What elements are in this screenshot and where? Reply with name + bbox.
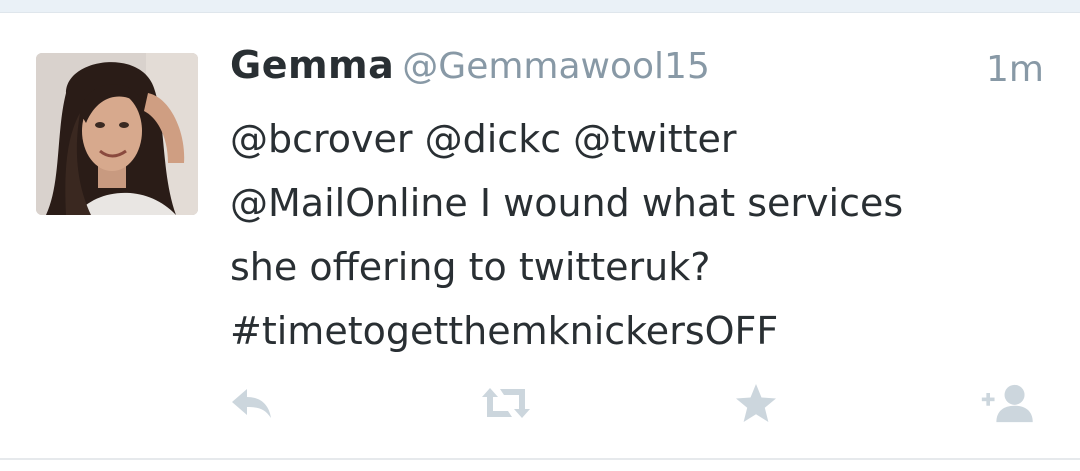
star-icon: [736, 384, 776, 422]
retweet-button[interactable]: [476, 373, 536, 433]
top-bar: [0, 0, 1080, 13]
timestamp: 1m: [986, 49, 1044, 90]
follow-button[interactable]: [980, 373, 1040, 433]
tweet-text: @bcrover @dickc @twitter @MailOnline I w…: [230, 117, 904, 353]
reply-button[interactable]: [222, 373, 282, 433]
divider: [0, 458, 1080, 460]
retweet-icon: [482, 388, 530, 418]
tweet-actions: [0, 373, 1080, 433]
user-handle[interactable]: @Gemmawool15: [402, 46, 710, 87]
tweet[interactable]: Gemma @Gemmawool15 1m @bcrover @dickc @tw…: [0, 13, 1080, 458]
avatar-image: [36, 53, 198, 215]
reply-icon: [232, 389, 271, 418]
tweet-header: Gemma @Gemmawool15: [230, 43, 1050, 99]
display-name[interactable]: Gemma: [230, 43, 394, 87]
avatar[interactable]: [36, 53, 198, 215]
favorite-button[interactable]: [726, 373, 786, 433]
follow-user-icon: [981, 384, 1033, 423]
